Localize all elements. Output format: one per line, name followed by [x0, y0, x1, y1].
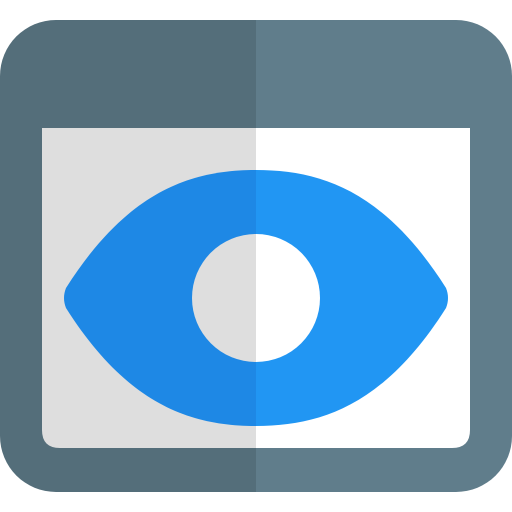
browser-eye-icon-graphic: [0, 20, 512, 492]
browser-eye-icon: [0, 0, 512, 512]
